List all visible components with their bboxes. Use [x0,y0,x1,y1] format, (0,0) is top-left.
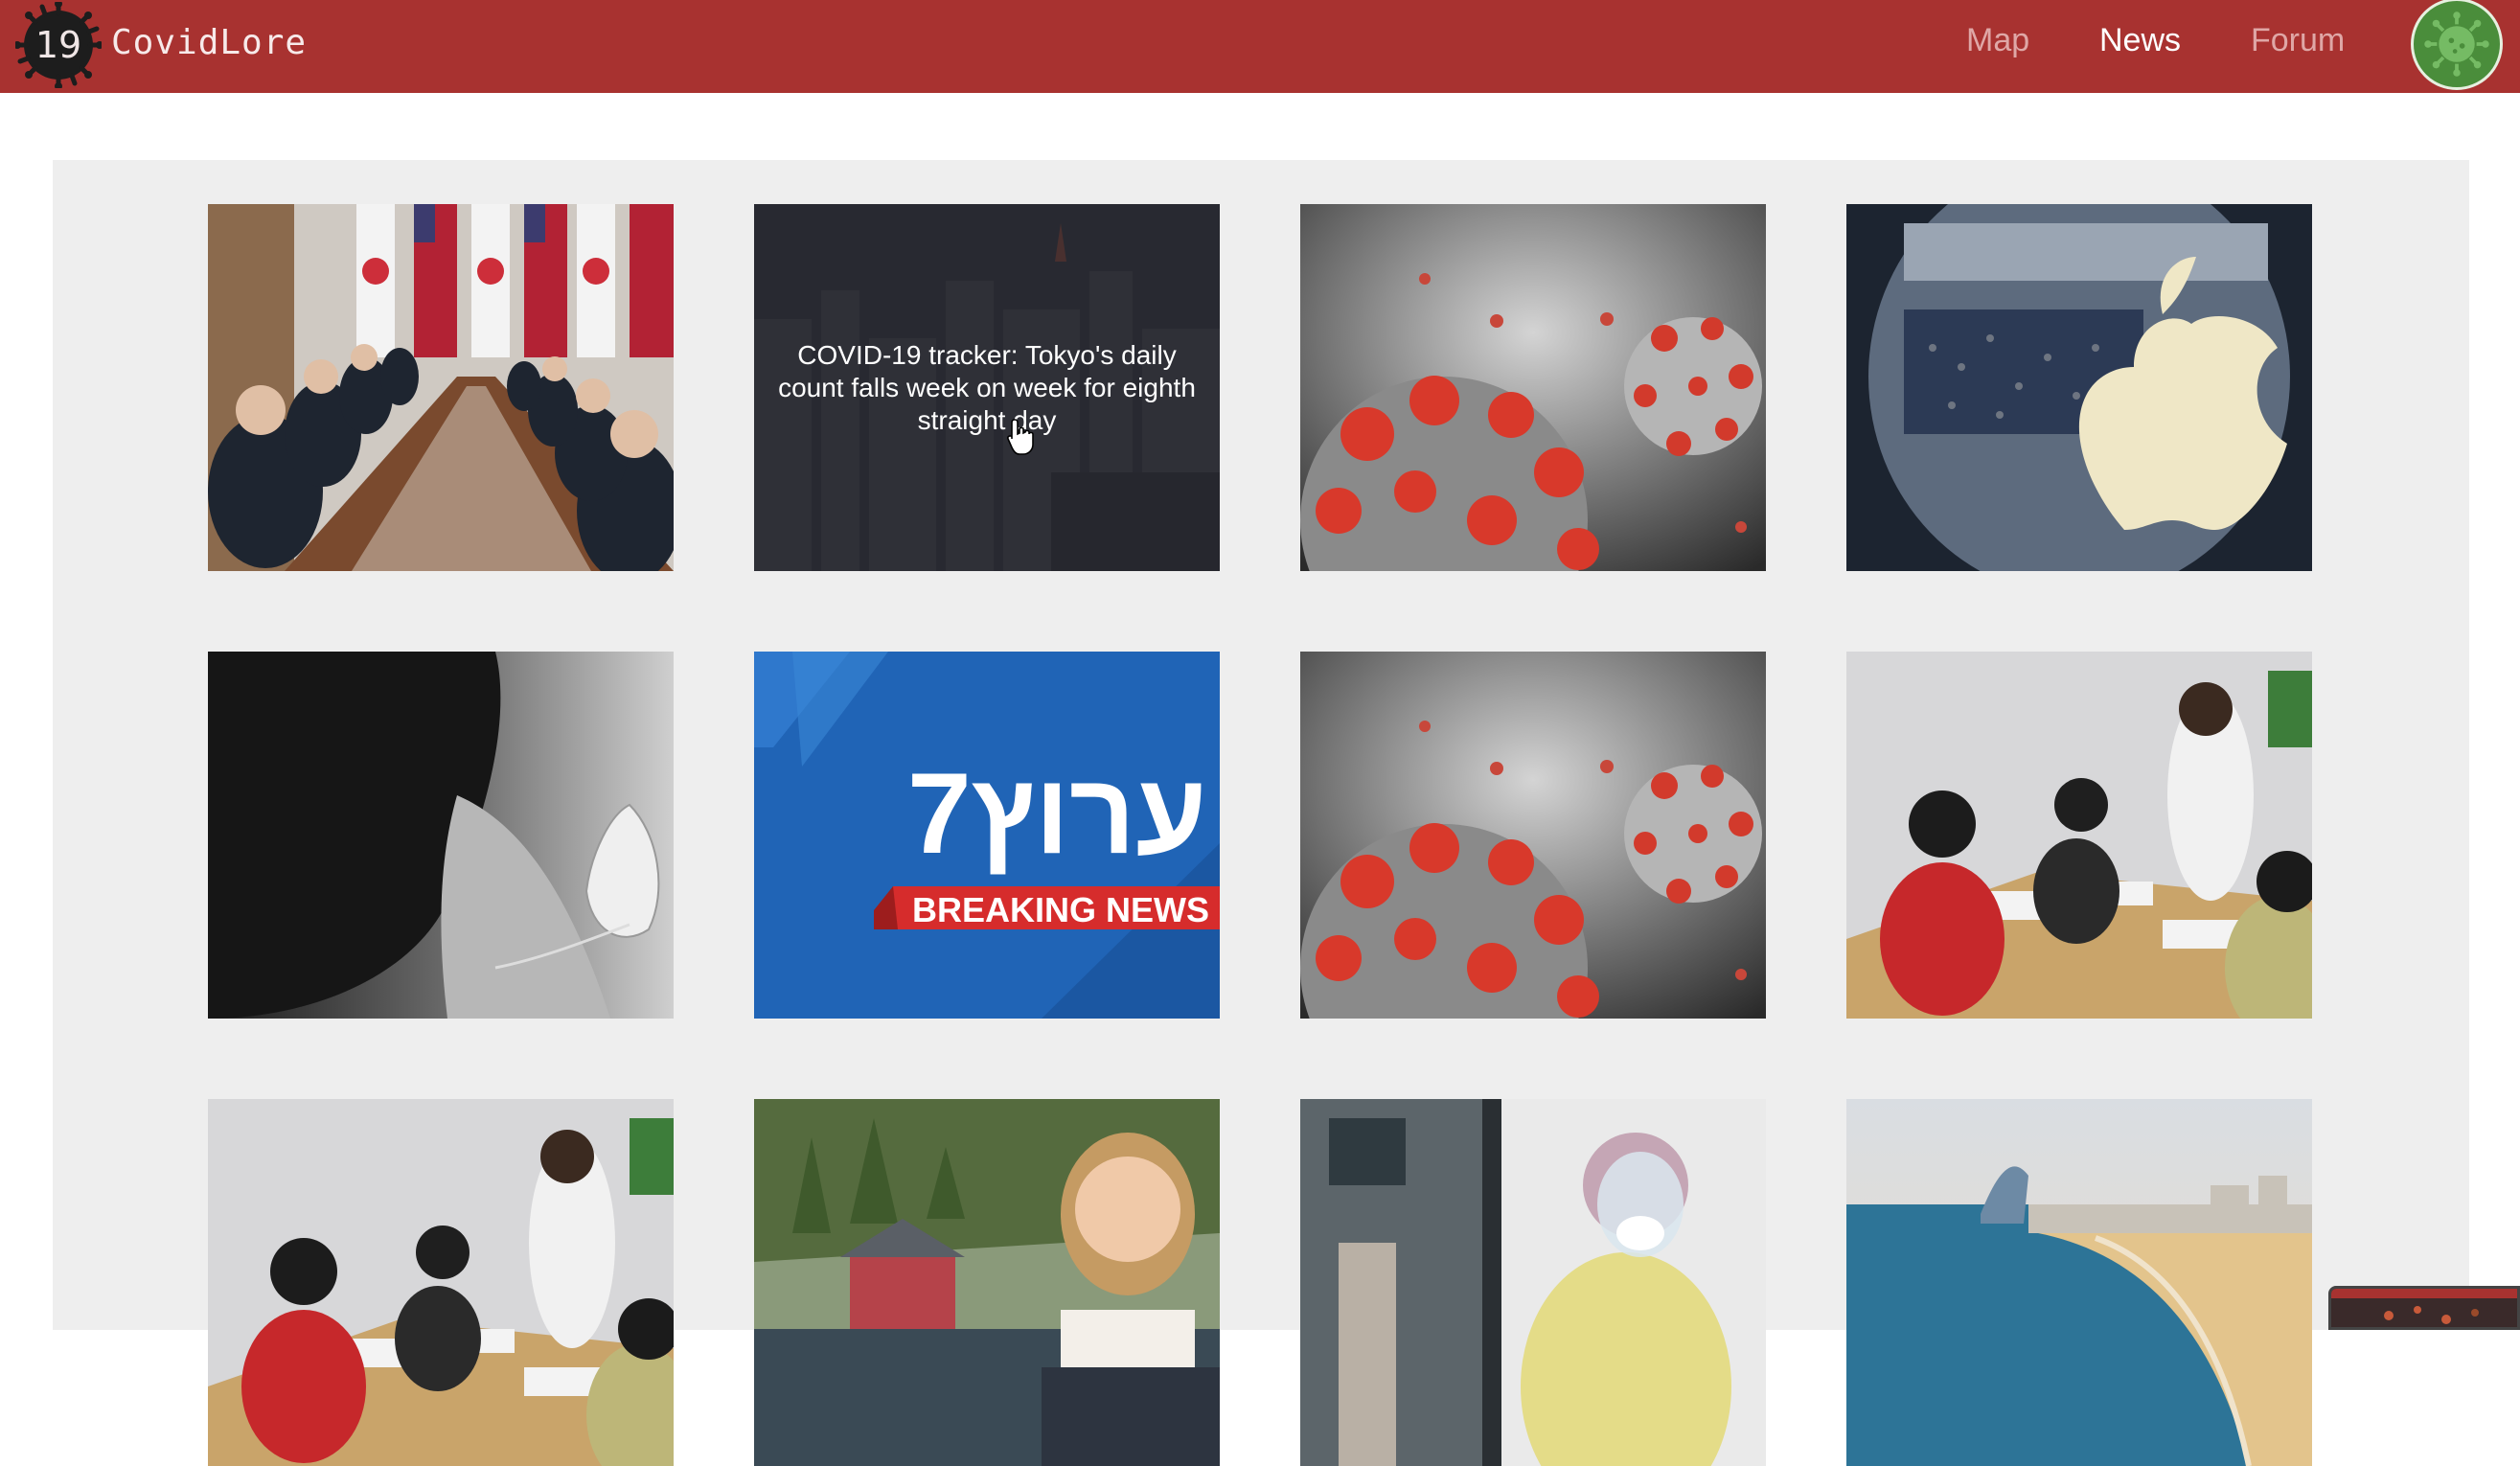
virus-avatar-icon [2424,11,2489,77]
brand-name[interactable]: CovidLore [111,19,307,67]
news-card[interactable] [1300,204,1766,571]
logo-number: 19 [35,24,81,66]
news-card[interactable] [1846,652,2312,1019]
covid-virus-logo-icon[interactable]: 19 [15,2,102,88]
user-avatar[interactable] [2411,0,2503,90]
news-card[interactable] [1846,204,2312,571]
apple-store-photo [1846,204,2312,571]
mini-window-preview [2331,1289,2517,1327]
news-card[interactable] [208,1099,674,1466]
news-card-title: COVID-19 tracker: Tokyo's daily count fa… [778,339,1196,435]
meeting-photo [208,204,674,571]
news-card-hovered[interactable]: COVID-19 tracker: Tokyo's daily count fa… [754,204,1220,571]
news-card[interactable] [1846,1099,2312,1466]
classroom-photo [208,1099,674,1466]
nav-map-link[interactable]: Map [1966,19,2029,61]
nurse-ppe-photo [1300,1099,1766,1466]
coronavirus-image [1300,652,1766,1019]
nav-news-link[interactable]: News [2099,19,2181,61]
news-card[interactable] [754,1099,1220,1466]
news-card[interactable] [208,652,674,1019]
coronavirus-image [1300,204,1766,571]
news-card[interactable] [1300,652,1766,1019]
classroom-photo [1846,652,2312,1019]
breaking-news-label: BREAKING NEWS [912,890,1209,929]
news-card[interactable] [1300,1099,1766,1466]
barcelona-beach-photo [1846,1099,2312,1466]
nav-forum-link[interactable]: Forum [2251,19,2345,61]
woman-mask-bw-photo [208,652,674,1019]
hand-cursor-icon [1007,419,1034,455]
channel-logo-text: 7ערוץ [907,749,1206,878]
news-card[interactable] [208,204,674,571]
news-card[interactable]: 7ערוץ BREAKING NEWS [754,652,1220,1019]
top-navbar: 19 CovidLore Map News Forum [0,0,2520,93]
hover-overlay: COVID-19 tracker: Tokyo's daily count fa… [754,204,1220,571]
channel-7-breaking-news-image: 7ערוץ BREAKING NEWS [754,652,1220,1019]
mini-window-thumbnail[interactable] [2328,1286,2520,1330]
news-grid: COVID-19 tracker: Tokyo's daily count fa… [53,160,2469,1466]
girl-harbor-photo [754,1099,1220,1466]
